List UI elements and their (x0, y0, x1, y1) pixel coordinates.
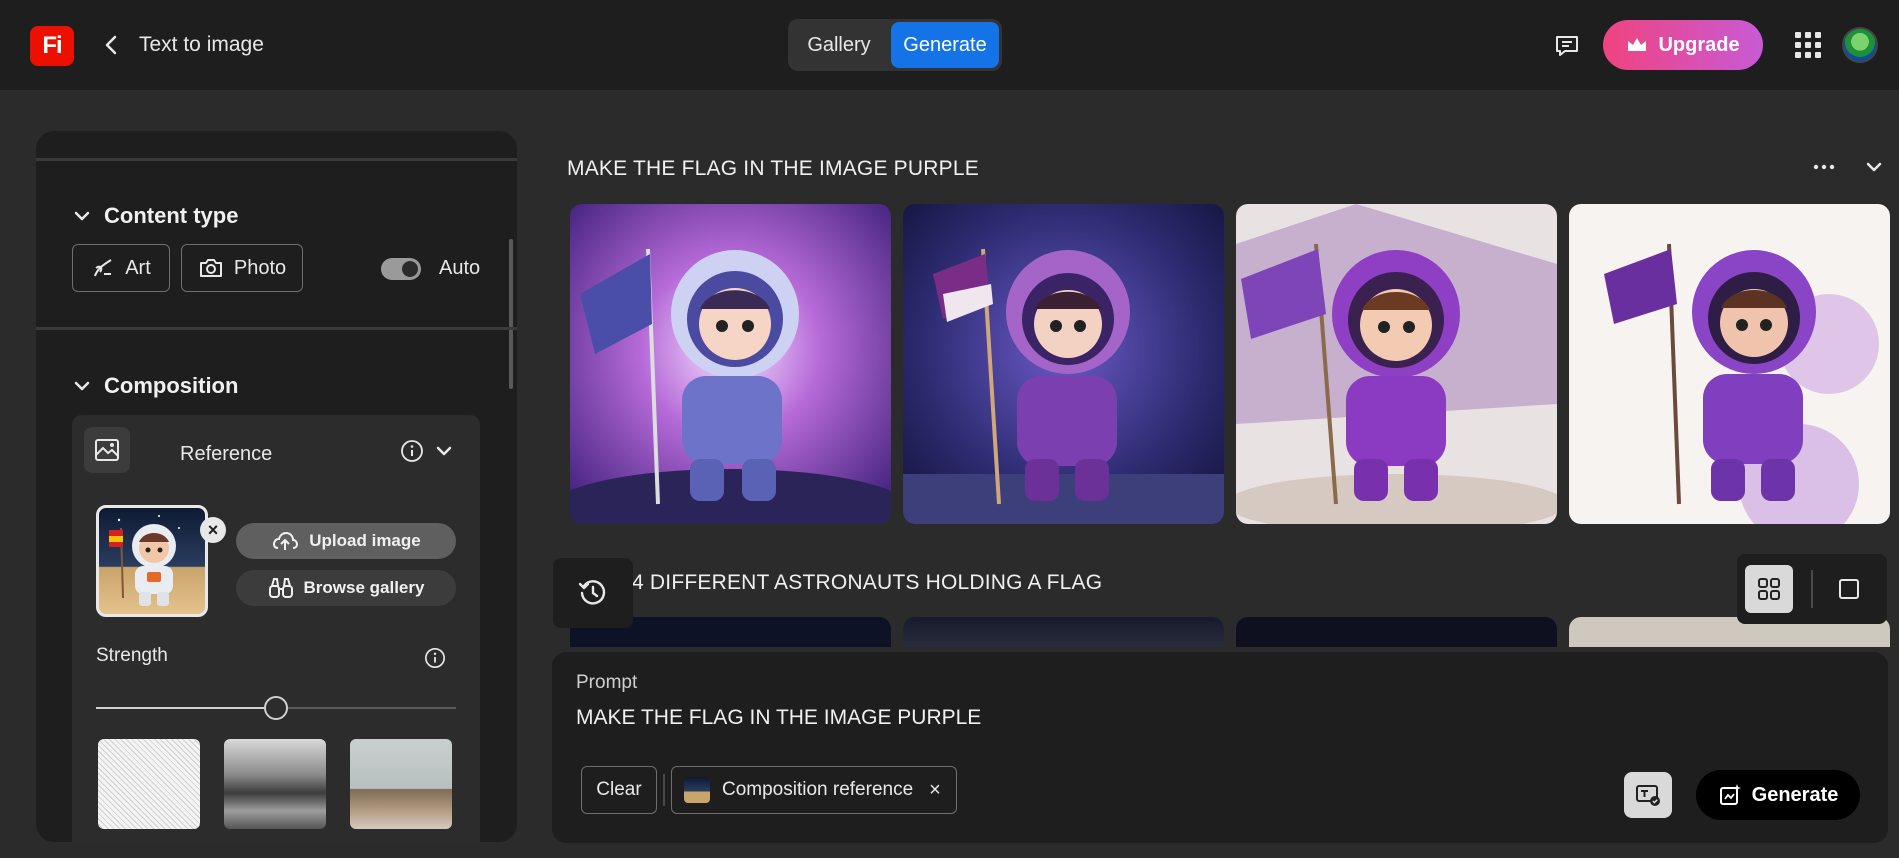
avatar[interactable] (1842, 27, 1878, 63)
generate-label: Generate (1751, 783, 1839, 806)
result-row-title: MAKE THE FLAG IN THE IMAGE PURPLE (567, 157, 979, 180)
prompt-input[interactable]: MAKE THE FLAG IN THE IMAGE PURPLE (576, 706, 981, 730)
art-label: Art (125, 256, 151, 279)
strength-slider-thumb[interactable] (264, 696, 288, 720)
crown-icon (1628, 38, 1647, 51)
row-collapse-button[interactable] (1864, 155, 1884, 184)
generated-image-4[interactable] (1569, 204, 1890, 524)
close-icon[interactable]: × (929, 779, 941, 802)
reference-icon-box (84, 427, 130, 473)
top-bar: Fi Text to image Gallery Generate Upgrad… (0, 0, 1899, 90)
generated-image-row2-2[interactable] (903, 617, 1224, 647)
divider (1811, 570, 1813, 608)
settings-panel: Content type Art Photo Auto Composition … (36, 131, 517, 842)
row-more-button[interactable] (1812, 155, 1836, 184)
content-type-photo-button[interactable]: Photo (181, 244, 303, 292)
result-row-title: 4 DIFFERENT ASTRONAUTS HOLDING A FLAG (632, 571, 1103, 594)
reference-card: Reference × Upload image Browse gallery … (72, 415, 480, 842)
reference-image-thumbnail[interactable] (96, 505, 208, 617)
auto-toggle[interactable] (381, 258, 421, 280)
cloud-upload-icon (273, 531, 299, 550)
strength-info-button[interactable] (424, 647, 446, 674)
composition-preset-landscape[interactable] (224, 739, 326, 829)
browse-gallery-button[interactable]: Browse gallery (236, 570, 456, 606)
astronaut-image (570, 204, 891, 524)
auto-label: Auto (439, 257, 481, 279)
upload-image-label: Upload image (309, 531, 421, 550)
reference-title: Reference (180, 443, 273, 465)
generated-image-row2-3[interactable] (1236, 617, 1557, 647)
apps-grid-icon (1795, 32, 1821, 58)
generate-button[interactable]: Generate (1696, 770, 1860, 820)
reference-info-button[interactable] (400, 439, 424, 468)
clear-button[interactable]: Clear (581, 766, 657, 814)
generated-image-2[interactable] (903, 204, 1224, 524)
apps-button[interactable] (1793, 30, 1823, 60)
single-view-button[interactable] (1825, 565, 1873, 613)
history-icon (578, 580, 606, 605)
panel-scrollbar[interactable] (509, 239, 513, 389)
chip-thumbnail (684, 777, 710, 803)
astronaut-image (1236, 204, 1557, 524)
page-title: Text to image (139, 33, 264, 56)
text-image-icon (1636, 785, 1660, 806)
upload-image-button[interactable]: Upload image (236, 523, 456, 559)
tab-gallery[interactable]: Gallery (791, 22, 887, 68)
composition-preset-interior[interactable] (350, 739, 452, 829)
astronaut-image (1569, 204, 1890, 524)
image-reference-icon (95, 439, 119, 461)
generated-image-1[interactable] (570, 204, 891, 524)
view-toggle (1737, 554, 1887, 624)
grid-view-icon (1758, 578, 1780, 600)
photo-label: Photo (233, 256, 287, 279)
prompt-label: Prompt (576, 672, 638, 693)
composition-header[interactable]: Composition (74, 373, 238, 399)
chevron-down-icon (436, 446, 452, 456)
back-chevron-icon (105, 35, 117, 55)
upgrade-button[interactable]: Upgrade (1603, 20, 1763, 70)
feedback-icon (1556, 36, 1578, 56)
astronaut-image (903, 204, 1224, 524)
firefly-logo[interactable]: Fi (30, 26, 74, 66)
divider (36, 158, 517, 161)
divider (663, 774, 665, 806)
more-horizontal-icon (1813, 164, 1835, 170)
binoculars-icon (268, 578, 293, 598)
brush-icon (94, 259, 112, 277)
divider (36, 327, 517, 330)
browse-gallery-label: Browse gallery (303, 578, 425, 597)
history-button[interactable] (553, 558, 633, 628)
generated-image-3[interactable] (1236, 204, 1557, 524)
text-image-settings-button[interactable] (1624, 772, 1672, 818)
strength-slider-fill (96, 707, 276, 709)
grid-view-button[interactable] (1745, 565, 1793, 613)
content-type-heading: Content type (104, 203, 239, 228)
strength-label: Strength (96, 645, 168, 666)
chevron-down-icon (74, 211, 90, 221)
chevron-down-icon (74, 381, 90, 391)
tab-generate[interactable]: Generate (891, 22, 999, 68)
prompt-bar: Prompt MAKE THE FLAG IN THE IMAGE PURPLE… (552, 652, 1888, 843)
content-type-art-button[interactable]: Art (72, 244, 170, 292)
info-icon (425, 648, 445, 668)
remove-reference-button[interactable]: × (200, 517, 226, 543)
info-icon (401, 440, 423, 462)
single-view-icon (1839, 579, 1859, 599)
chevron-down-icon (1866, 162, 1882, 172)
generate-sparkle-icon (1719, 784, 1741, 805)
chip-label: Composition reference (722, 779, 914, 800)
reference-collapse-button[interactable] (434, 439, 454, 468)
upgrade-label: Upgrade (1658, 33, 1740, 56)
camera-icon (199, 259, 222, 277)
astronaut-reference-image (109, 515, 180, 606)
content-type-header[interactable]: Content type (74, 203, 238, 229)
composition-reference-chip[interactable]: Composition reference × (671, 766, 957, 814)
composition-preset-sketch-bird[interactable] (98, 739, 200, 829)
back-button[interactable] (96, 28, 126, 62)
composition-heading: Composition (104, 373, 239, 398)
mode-tab-switch: Gallery Generate (788, 19, 1002, 71)
feedback-button[interactable] (1550, 30, 1584, 62)
